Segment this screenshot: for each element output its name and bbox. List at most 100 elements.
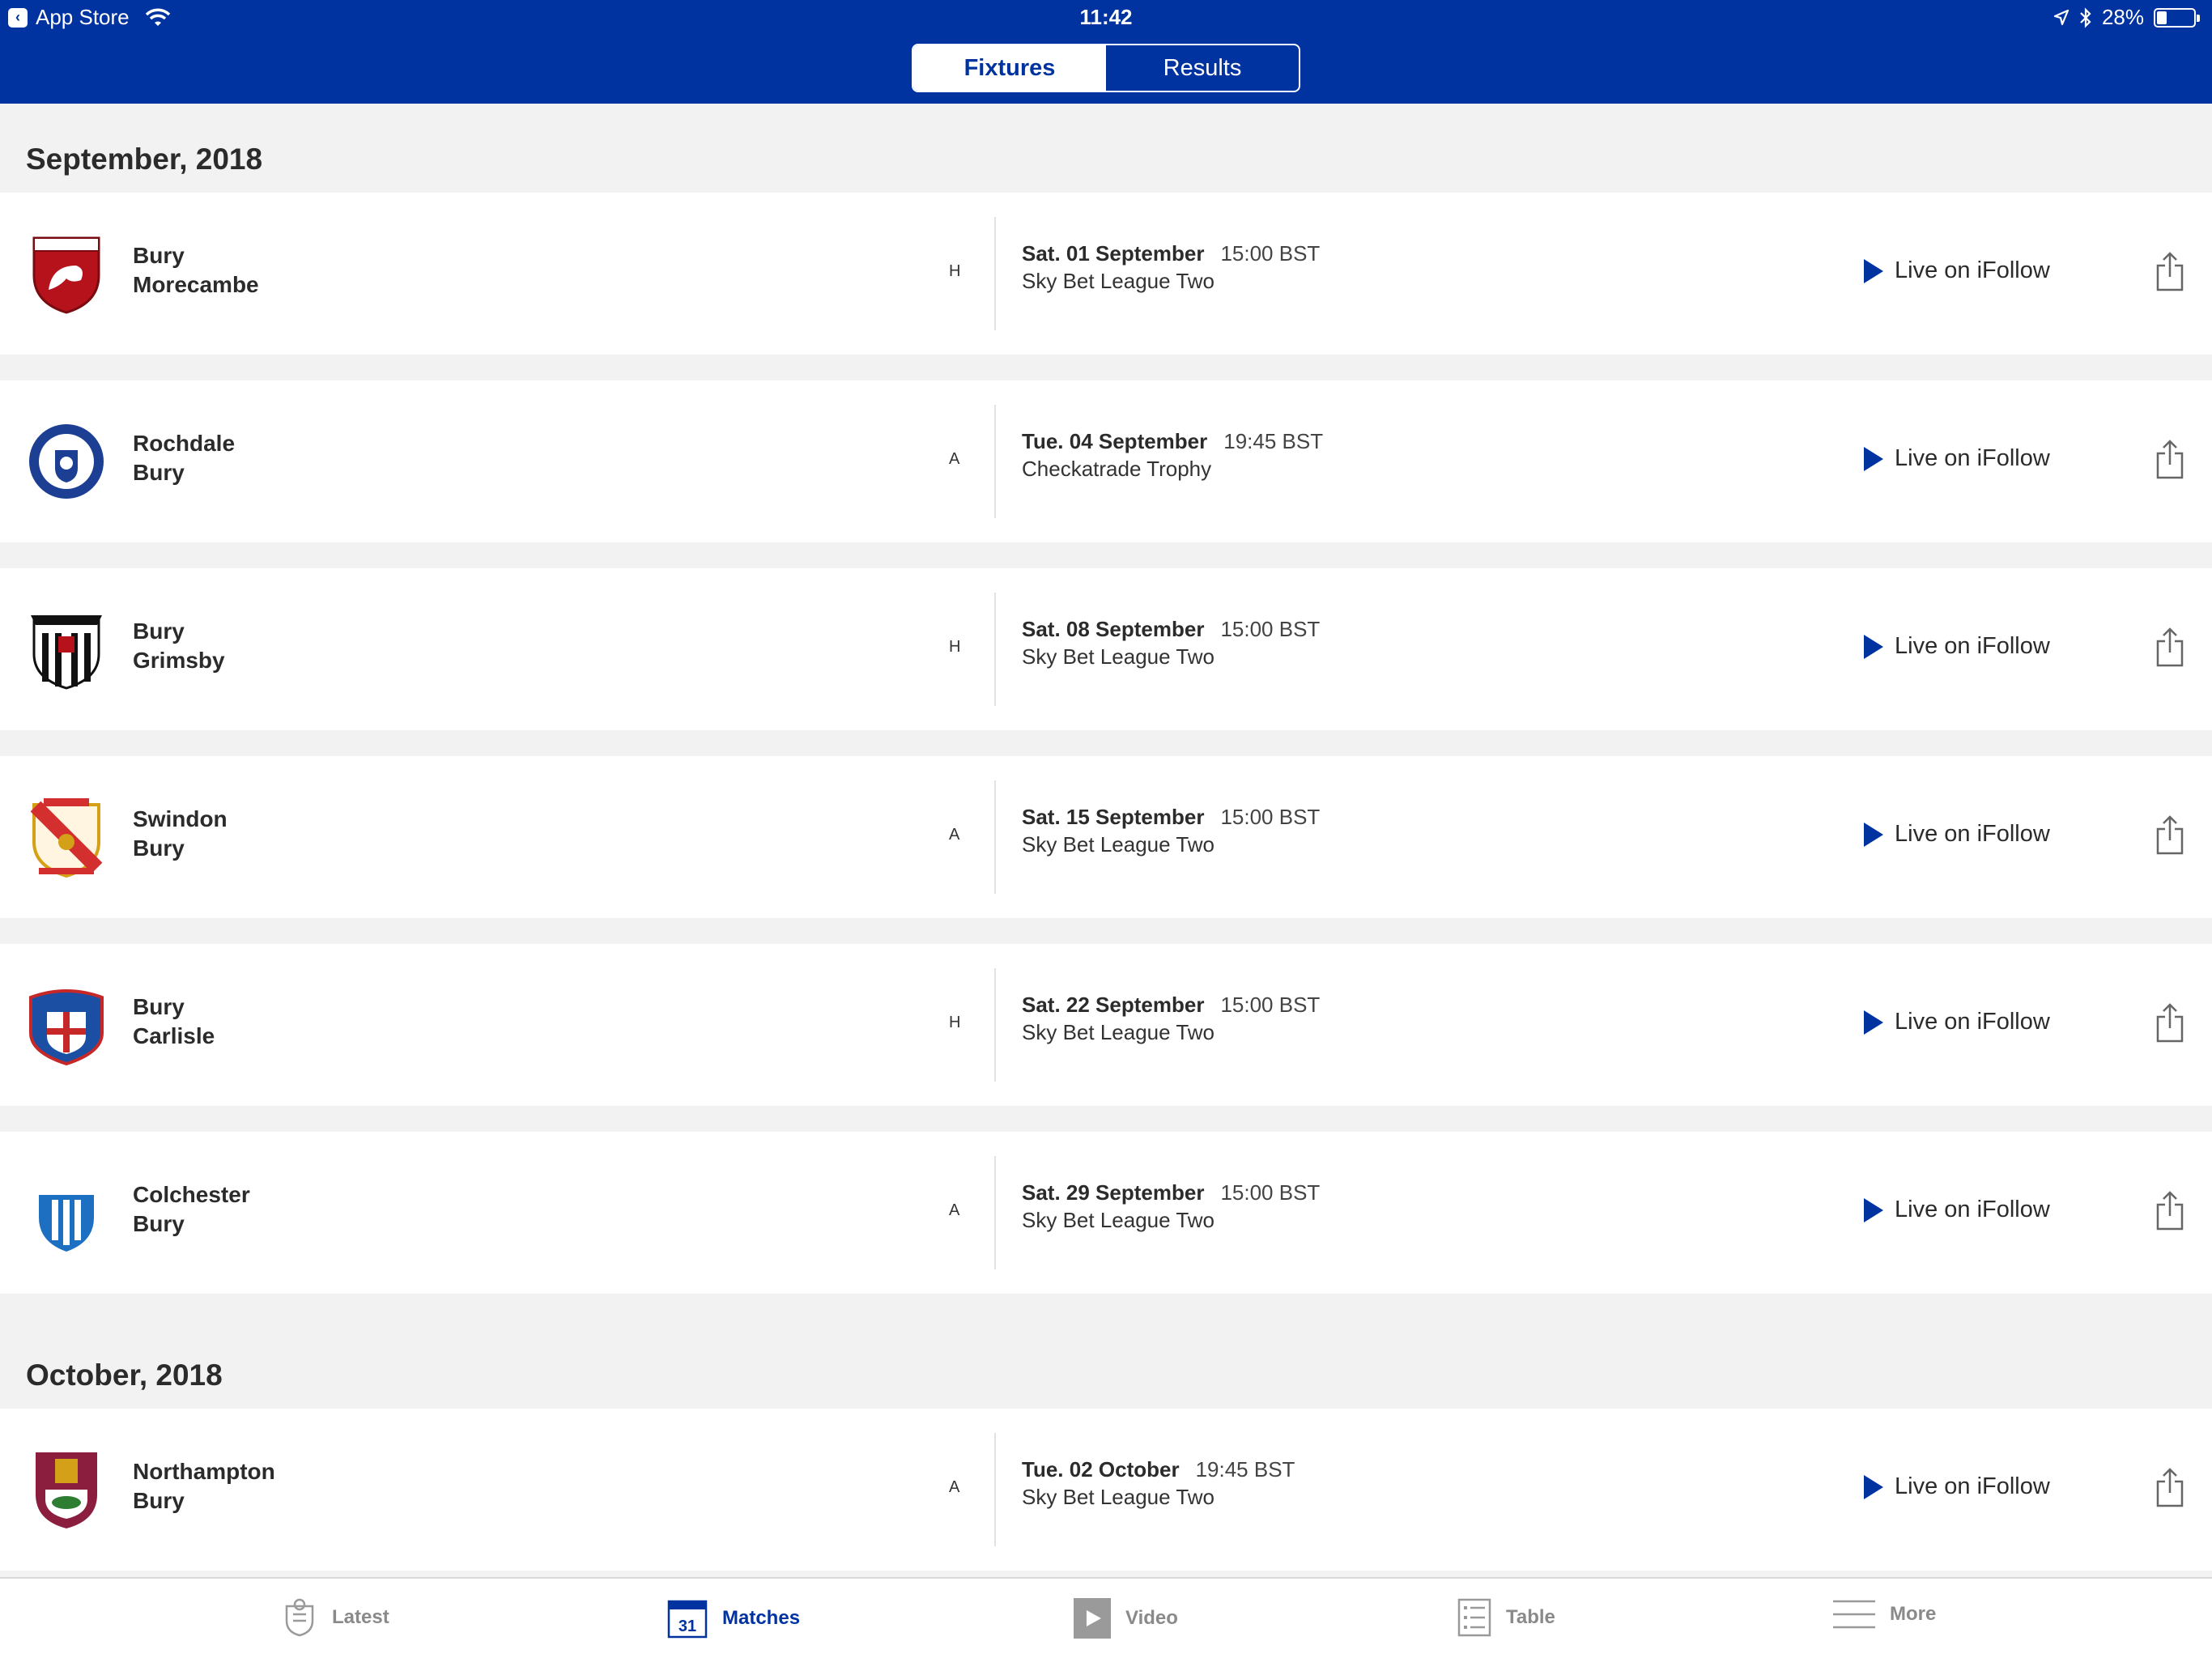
tab-table[interactable]: Table	[1457, 1598, 1555, 1637]
live-on-ifollow-link[interactable]: Live on iFollow	[1864, 1009, 2050, 1035]
divider	[994, 1156, 996, 1269]
fixture-details: Tue. 04 September 19:45 BST Checkatrade T…	[1022, 427, 1323, 483]
live-on-ifollow-link[interactable]: Live on iFollow	[1864, 821, 2050, 848]
colchester-crest-icon	[39, 1177, 94, 1252]
match-date: Sat. 29 September	[1022, 1180, 1205, 1205]
table-list-icon	[1457, 1598, 1491, 1637]
fixtures-list[interactable]: September, 2018 Bury Morecambe H Sat. 01…	[0, 104, 2212, 1577]
fixture-details: Sat. 01 September 15:00 BST Sky Bet Leagu…	[1022, 240, 1320, 295]
live-label: Live on iFollow	[1895, 1197, 2050, 1222]
match-date: Sat. 22 September	[1022, 993, 1205, 1017]
fixtures-results-toggle: Fixtures Results	[912, 44, 1300, 92]
fixture-card[interactable]: Rochdale Bury A Tue. 04 September 19:45 B…	[0, 380, 2212, 542]
play-icon	[1864, 446, 1883, 471]
away-team: Morecambe	[133, 272, 259, 297]
tab-video[interactable]: Video	[1074, 1598, 1178, 1639]
play-icon	[1864, 822, 1883, 847]
match-date: Sat. 08 September	[1022, 617, 1205, 641]
live-on-ifollow-link[interactable]: Live on iFollow	[1864, 633, 2050, 660]
share-icon[interactable]	[2155, 1190, 2184, 1232]
live-on-ifollow-link[interactable]: Live on iFollow	[1864, 257, 2050, 284]
home-team: Rochdale	[133, 431, 236, 456]
divider	[994, 405, 996, 518]
divider	[994, 968, 996, 1082]
teams: Rochdale Bury	[133, 429, 235, 487]
share-icon[interactable]	[2155, 439, 2184, 481]
venue-indicator: A	[949, 826, 960, 844]
fixture-card[interactable]: Bury Grimsby H Sat. 08 September 15:00 BS…	[0, 568, 2212, 730]
share-icon[interactable]	[2155, 1467, 2184, 1509]
match-date: Sat. 01 September	[1022, 241, 1205, 266]
away-team: Bury	[133, 460, 185, 485]
tab-label: Latest	[332, 1606, 389, 1628]
clock: 11:42	[1079, 5, 1133, 29]
away-team: Grimsby	[133, 648, 225, 673]
live-on-ifollow-link[interactable]: Live on iFollow	[1864, 445, 2050, 472]
battery-level	[2157, 11, 2167, 24]
competition: Sky Bet League Two	[1022, 269, 1215, 293]
away-team: Bury	[133, 835, 185, 861]
fixture-card[interactable]: Bury Carlisle H Sat. 22 September 15:00 B…	[0, 944, 2212, 1106]
home-team: Bury	[133, 994, 185, 1019]
tab-more[interactable]: More	[1833, 1598, 1936, 1630]
venue-indicator: H	[949, 262, 961, 280]
teams: Bury Morecambe	[133, 241, 259, 300]
live-label: Live on iFollow	[1895, 1009, 2050, 1035]
live-label: Live on iFollow	[1895, 257, 2050, 283]
fixture-details: Sat. 22 September 15:00 BST Sky Bet Leagu…	[1022, 991, 1320, 1046]
live-label: Live on iFollow	[1895, 821, 2050, 847]
competition: Checkatrade Trophy	[1022, 457, 1212, 481]
venue-indicator: A	[949, 1478, 960, 1496]
competition: Sky Bet League Two	[1022, 1020, 1215, 1044]
kickoff-time: 19:45 BST	[1195, 1457, 1295, 1482]
divider	[994, 217, 996, 330]
fixture-details: Sat. 29 September 15:00 BST Sky Bet Leagu…	[1022, 1179, 1320, 1234]
home-team: Bury	[133, 243, 185, 268]
away-team: Carlisle	[133, 1023, 215, 1048]
teams: Northampton Bury	[133, 1457, 275, 1516]
fixture-card[interactable]: Bury Morecambe H Sat. 01 September 15:00 …	[0, 193, 2212, 355]
play-icon	[1864, 258, 1883, 283]
away-team: Bury	[133, 1211, 185, 1236]
live-on-ifollow-link[interactable]: Live on iFollow	[1864, 1473, 2050, 1500]
northampton-crest-icon	[36, 1452, 97, 1528]
battery-percent: 28%	[2101, 5, 2144, 29]
tab-latest[interactable]: Latest	[282, 1598, 389, 1637]
fixture-card[interactable]: Northampton Bury A Tue. 02 October 19:45 …	[0, 1409, 2212, 1571]
status-bar: ‹ App Store 11:42 28%	[0, 0, 2212, 36]
share-icon[interactable]	[2155, 814, 2184, 857]
live-on-ifollow-link[interactable]: Live on iFollow	[1864, 1197, 2050, 1223]
fixture-card[interactable]: Colchester Bury A Sat. 29 September 15:00…	[0, 1132, 2212, 1294]
live-label: Live on iFollow	[1895, 1473, 2050, 1499]
morecambe-crest-icon	[32, 236, 100, 314]
play-icon	[1864, 634, 1883, 659]
home-team: Bury	[133, 619, 185, 644]
play-icon	[1864, 1474, 1883, 1499]
kickoff-time: 15:00 BST	[1220, 805, 1321, 829]
calendar-day: 31	[678, 1618, 696, 1635]
tab-fixtures[interactable]: Fixtures	[913, 45, 1106, 91]
swindon-crest-icon	[30, 798, 103, 878]
menu-icon	[1833, 1600, 1875, 1629]
match-date: Tue. 04 September	[1022, 429, 1208, 453]
tab-results[interactable]: Results	[1106, 45, 1299, 91]
month-header: October, 2018	[26, 1358, 223, 1392]
teams: Bury Carlisle	[133, 993, 215, 1051]
fixture-details: Tue. 02 October 19:45 BST Sky Bet League …	[1022, 1456, 1295, 1511]
status-indicators: 28%	[2053, 5, 2200, 30]
fixture-details: Sat. 15 September 15:00 BST Sky Bet Leagu…	[1022, 803, 1320, 858]
share-icon[interactable]	[2155, 627, 2184, 669]
fixture-card[interactable]: Swindon Bury A Sat. 15 September 15:00 BS…	[0, 756, 2212, 918]
tab-bar: Latest 31 Matches Video Table More	[0, 1577, 2212, 1658]
share-icon[interactable]	[2155, 1002, 2184, 1044]
divider	[994, 1433, 996, 1546]
teams: Colchester Bury	[133, 1180, 250, 1239]
venue-indicator: A	[949, 1201, 960, 1219]
kickoff-time: 15:00 BST	[1220, 241, 1321, 266]
tab-matches[interactable]: 31 Matches	[667, 1598, 800, 1639]
share-icon[interactable]	[2155, 251, 2184, 293]
kickoff-time: 15:00 BST	[1220, 1180, 1321, 1205]
rochdale-crest-icon	[29, 424, 104, 499]
battery-icon	[2154, 7, 2200, 28]
tab-label: More	[1890, 1603, 1937, 1625]
